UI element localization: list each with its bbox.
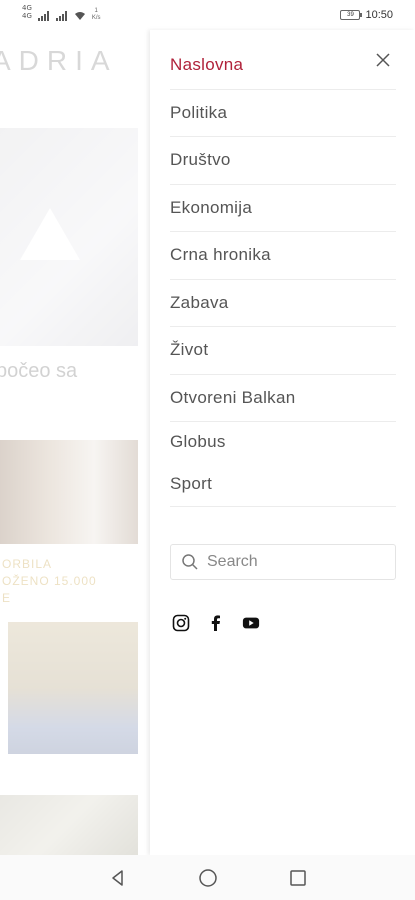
search-input[interactable] [207,553,387,571]
nav-item-label: Crna hronika [170,245,271,265]
search-box [170,544,396,580]
home-button[interactable] [197,867,219,889]
sim2-label: 4G [22,12,32,20]
search-icon [182,554,198,570]
article-caption: ORBILA OŽENO 15.000 E [2,556,97,607]
nav-item-politika[interactable]: Politika [170,90,396,137]
nav-item-naslovna[interactable]: Naslovna [170,42,396,90]
nav-item-zabava[interactable]: Zabava [170,280,396,327]
caption-line: ORBILA [2,557,53,571]
nav-item-globus[interactable]: Globus [170,422,396,462]
sim-indicators: 4G 4G [22,4,32,20]
nav-item-label: Sport [170,474,213,493]
facebook-icon[interactable] [207,614,225,632]
nav-item-label: Naslovna [170,55,244,75]
status-right: 39 10:50 [340,9,393,21]
status-left: 4G 4G 1 K/s [22,4,101,22]
instagram-icon[interactable] [172,614,190,632]
social-links [172,614,260,632]
sim1-label: 4G [22,4,32,12]
caption-line: E [2,591,12,605]
home-icon [198,868,217,887]
nav-item-label: Politika [170,102,228,122]
recents-icon [289,869,306,886]
article-image [0,795,138,855]
nav-item-ekonomija[interactable]: Ekonomija [170,185,396,232]
signal-icon-2 [55,11,67,21]
nav-item-sport[interactable]: Sport [170,462,396,507]
back-icon [111,869,123,886]
nav-item-label: Ekonomija [170,197,253,217]
caption-line: OŽENO 15.000 [2,574,97,588]
nav-item-crna-hronika[interactable]: Crna hronika [170,232,396,280]
system-navigation-bar [0,855,415,900]
battery-icon: 39 [340,10,363,20]
status-bar: 4G 4G 1 K/s 39 10:50 [0,0,415,30]
nav-item-label: Otvoreni Balkan [170,387,296,407]
nav-item-label: Zabava [170,292,229,312]
nav-item-drustvo[interactable]: Društvo [170,137,396,185]
youtube-icon[interactable] [242,614,260,632]
clock: 10:50 [365,9,393,21]
article-image [0,440,138,544]
hero-headline: počeo sa [0,360,78,382]
nav-item-label: Život [170,340,209,360]
nav-item-zivot[interactable]: Život [170,327,396,375]
net-speed: 1 K/s [91,8,101,21]
hero-image [0,128,138,346]
article-image [8,622,138,754]
nav-item-label: Globus [170,432,226,451]
nav-item-label: Društvo [170,150,231,170]
hero-logo-mark [20,208,80,260]
recents-button[interactable] [287,867,309,889]
signal-icon [37,11,49,21]
wifi-icon [74,12,85,20]
background-page: ADRIA počeo sa ORBILA OŽENO 15.000 E [0,0,150,855]
nav-item-otvoreni-balkan[interactable]: Otvoreni Balkan [170,375,396,422]
navigation-drawer: Naslovna Politika Društvo Ekonomija Crna… [150,30,415,855]
back-button[interactable] [107,867,129,889]
site-logo: ADRIA [0,45,118,76]
nav-menu: Naslovna Politika Društvo Ekonomija Crna… [170,42,396,507]
